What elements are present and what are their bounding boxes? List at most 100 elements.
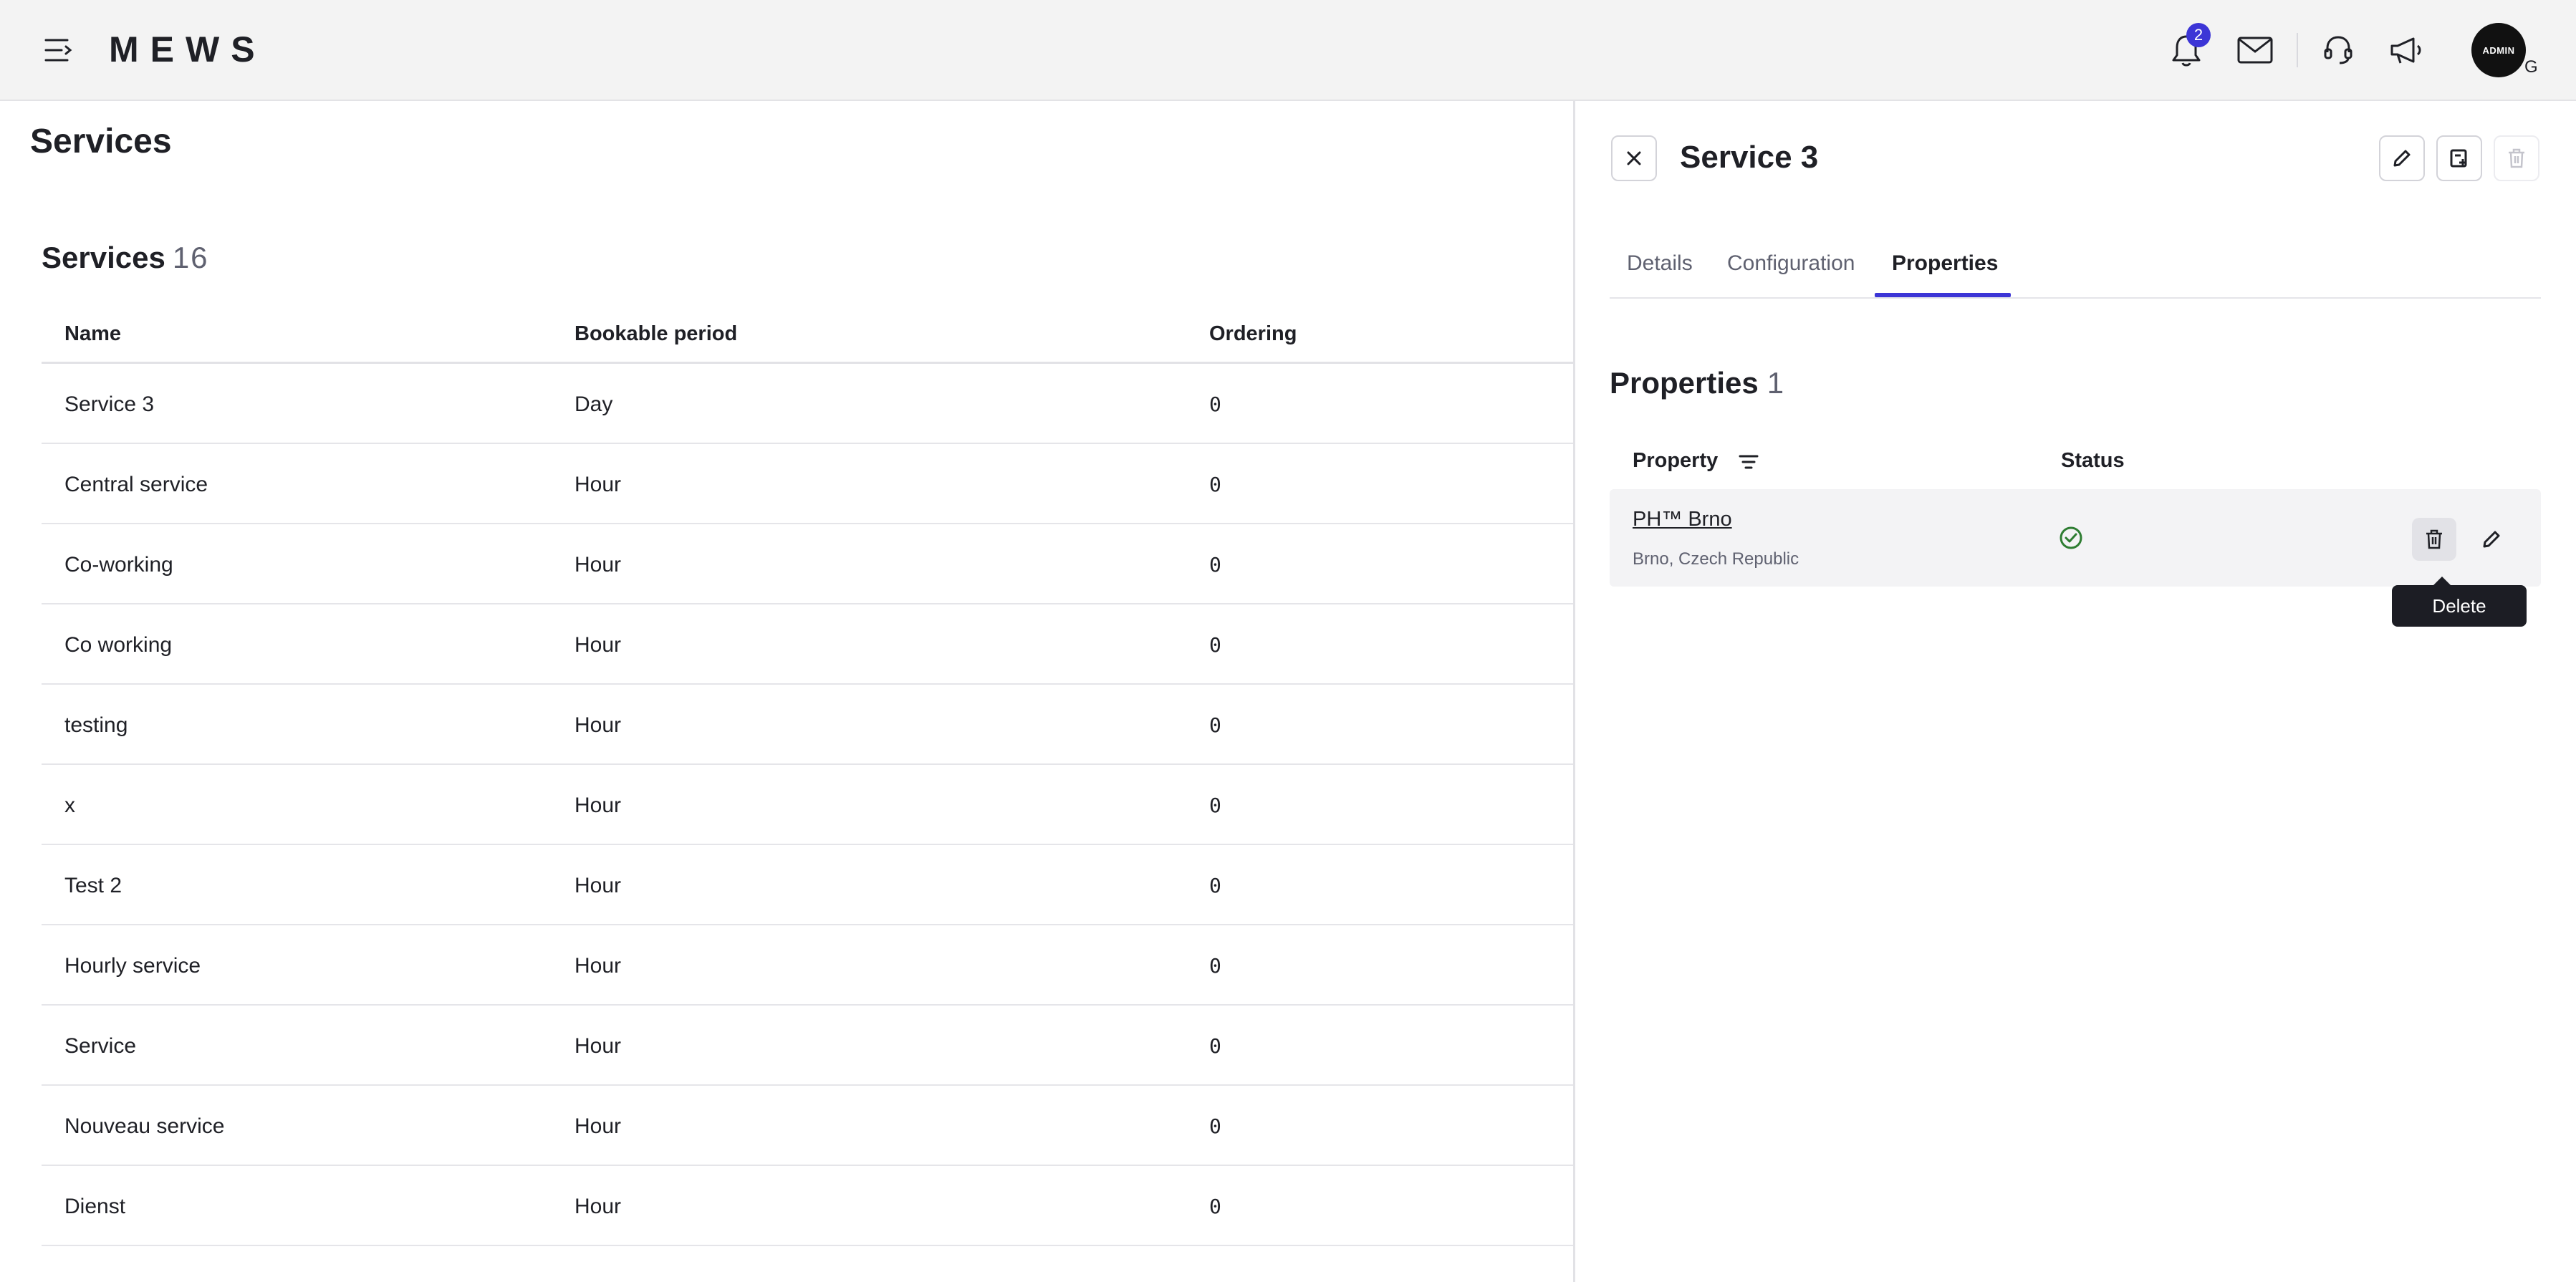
service-name: Co-working — [64, 553, 173, 577]
table-row[interactable]: Service 3 Day 0 — [42, 364, 1575, 444]
close-panel-button[interactable] — [1611, 135, 1657, 181]
bookable-period: Hour — [575, 1195, 622, 1218]
notifications-button[interactable]: 2 — [2165, 23, 2211, 72]
table-row[interactable]: Hourly service Hour 0 — [42, 925, 1575, 1006]
table-row[interactable]: testing Hour 0 — [42, 685, 1575, 765]
bookable-period: Day — [575, 392, 613, 416]
services-title: Services — [42, 241, 165, 274]
bookable-period: Hour — [575, 794, 622, 817]
tooltip-arrow — [2433, 577, 2451, 585]
menu-icon[interactable] — [42, 34, 76, 66]
table-row[interactable]: Co-working Hour 0 — [42, 524, 1575, 604]
ordering: 0 — [1209, 874, 1221, 897]
services-table: Name Bookable period Ordering Service 3 D… — [42, 301, 1575, 1246]
services-count: 16 — [172, 241, 209, 274]
ordering: 0 — [1209, 553, 1221, 577]
bookable-period: Hour — [575, 473, 622, 496]
table-row[interactable]: Central service Hour 0 — [42, 444, 1575, 524]
table-row[interactable]: Test 2 Hour 0 — [42, 845, 1575, 925]
column-header-bookable-period[interactable]: Bookable period — [575, 322, 737, 346]
tab-details[interactable]: Details — [1627, 251, 1693, 276]
check-circle-icon — [2058, 525, 2084, 551]
user-avatar[interactable]: ADMIN — [2471, 23, 2526, 77]
bookable-period: Hour — [575, 1114, 622, 1138]
close-icon — [1627, 151, 1641, 165]
property-link[interactable]: PH™ Brno — [1633, 508, 1732, 531]
ordering: 0 — [1209, 954, 1221, 978]
column-header-status: Status — [2061, 449, 2125, 472]
ordering: 0 — [1209, 1114, 1221, 1138]
messages-button[interactable] — [2234, 29, 2277, 72]
notification-badge: 2 — [2186, 23, 2211, 47]
bookable-period: Hour — [575, 633, 622, 657]
filter-icon[interactable] — [1736, 449, 1762, 475]
table-row[interactable]: Co working Hour 0 — [42, 604, 1575, 685]
ordering: 0 — [1209, 1034, 1221, 1058]
trash-icon — [2509, 148, 2524, 168]
bookable-period: Hour — [575, 874, 622, 897]
pencil-icon — [2483, 531, 2500, 548]
tab-configuration[interactable]: Configuration — [1727, 251, 1855, 276]
services-heading: Services 16 — [42, 241, 209, 275]
megaphone-icon — [2390, 37, 2421, 64]
panel-title: Service 3 — [1680, 140, 1819, 175]
divider — [2297, 33, 2298, 67]
copy-icon — [2450, 149, 2467, 168]
service-name: Dienst — [64, 1195, 126, 1218]
mews-logo[interactable]: MEWS — [109, 29, 294, 69]
panel-tabs: Details Configuration Properties — [1610, 243, 2541, 299]
service-name: Service 3 — [64, 392, 155, 416]
edit-property-button[interactable] — [2469, 518, 2514, 561]
service-name: Co working — [64, 633, 173, 657]
ordering: 0 — [1209, 713, 1221, 737]
avatar-initial: G — [2524, 57, 2538, 77]
bookable-period: Hour — [575, 713, 622, 737]
table-header: Name Bookable period Ordering — [42, 301, 1575, 364]
ordering: 0 — [1209, 633, 1221, 657]
ordering: 0 — [1209, 473, 1221, 496]
service-name: x — [64, 794, 75, 817]
property-row: PH™ Brno Brno, Czech Republic — [1610, 489, 2541, 587]
tab-properties[interactable]: Properties — [1892, 251, 1998, 276]
logo-text: MEWS — [109, 32, 266, 69]
bookable-period: Hour — [575, 1034, 622, 1058]
properties-table-header: Property Status — [1610, 438, 2541, 488]
properties-count: 1 — [1767, 366, 1784, 400]
property-location: Brno, Czech Republic — [1633, 549, 1799, 569]
service-detail-panel: Service 3 Details Configuration Properti… — [1573, 101, 2576, 1282]
service-name: Hourly service — [64, 954, 201, 978]
service-name: Nouveau service — [64, 1114, 225, 1138]
support-button[interactable] — [2317, 29, 2360, 72]
duplicate-service-button[interactable] — [2436, 135, 2482, 181]
announcements-button[interactable] — [2385, 29, 2428, 72]
bookable-period: Hour — [575, 954, 622, 978]
ordering: 0 — [1209, 1195, 1221, 1218]
headset-icon — [2324, 36, 2352, 64]
service-name: Service — [64, 1034, 137, 1058]
active-tab-indicator — [1875, 293, 2011, 297]
properties-title: Properties — [1610, 366, 1759, 400]
service-name: Central service — [64, 473, 208, 496]
service-name: testing — [64, 713, 128, 737]
ordering: 0 — [1209, 392, 1221, 416]
column-header-ordering[interactable]: Ordering — [1209, 322, 1297, 346]
mail-icon — [2237, 37, 2273, 64]
top-bar: MEWS 2 ADMIN G — [0, 0, 2576, 101]
table-row[interactable]: Nouveau service Hour 0 — [42, 1086, 1575, 1166]
pencil-icon — [2393, 150, 2411, 167]
delete-service-button[interactable] — [2494, 135, 2539, 181]
edit-service-button[interactable] — [2379, 135, 2425, 181]
ordering: 0 — [1209, 794, 1221, 817]
service-name: Test 2 — [64, 874, 122, 897]
table-row[interactable]: Dienst Hour 0 — [42, 1166, 1575, 1246]
delete-property-button[interactable] — [2412, 518, 2456, 561]
bookable-period: Hour — [575, 553, 622, 577]
properties-heading: Properties 1 — [1610, 366, 1784, 400]
column-header-name[interactable]: Name — [64, 322, 121, 346]
trash-icon — [2426, 529, 2442, 549]
delete-tooltip: Delete — [2392, 585, 2527, 627]
page-title: Services — [30, 122, 172, 160]
column-header-property: Property — [1633, 449, 1719, 472]
table-row[interactable]: x Hour 0 — [42, 765, 1575, 845]
table-row[interactable]: Service Hour 0 — [42, 1006, 1575, 1086]
